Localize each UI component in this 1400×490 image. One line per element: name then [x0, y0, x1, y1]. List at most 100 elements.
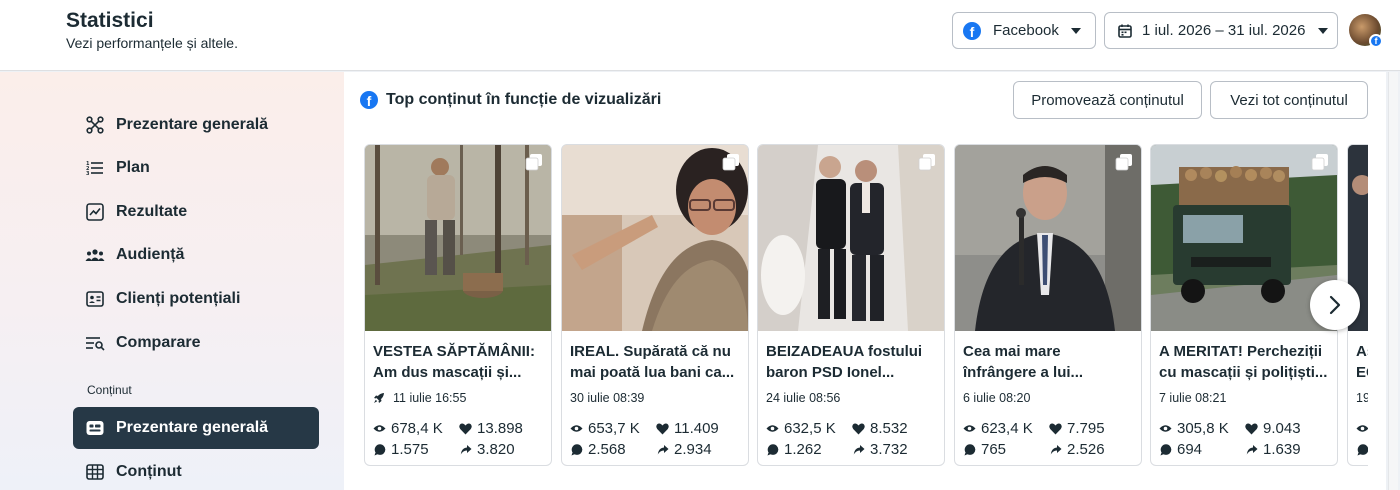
- caption-line: baron PSD Ionel...: [766, 364, 895, 381]
- post-caption: VESTEA SĂPTĂMÂNII: Am dus mascații și...: [373, 341, 545, 383]
- heart-icon: [656, 422, 669, 435]
- comments-stat: [1356, 439, 1368, 460]
- eye-icon: [373, 422, 386, 435]
- leads-card-icon: [85, 289, 105, 309]
- post-caption: A MERITAT! Percheziții cu mascații și po…: [1159, 341, 1331, 383]
- reactions-stat: 8.532: [852, 418, 908, 439]
- share-arrow-icon: [1049, 443, 1062, 456]
- date-text: 30 iulie 08:39: [570, 391, 645, 405]
- post-date: 7 iulie 08:21: [1159, 391, 1226, 405]
- caption-line: IREAL. Supărată că nu: [570, 343, 731, 360]
- caption-line: Am dus mascații și...: [373, 364, 522, 381]
- date-text: 6 iulie 08:20: [963, 391, 1031, 405]
- post-caption: As EC: [1356, 341, 1368, 383]
- views-stat: 623,4 K: [963, 418, 1049, 439]
- sidebar-item-results[interactable]: Rezultate: [73, 191, 319, 233]
- content-card[interactable]: IREAL. Supărată că nu mai poată lua bani…: [561, 144, 749, 466]
- post-date: 24 iulie 08:56: [766, 391, 840, 405]
- content-overview-icon: [85, 418, 105, 438]
- caption-line: EC: [1356, 364, 1368, 381]
- eye-icon: [766, 422, 779, 435]
- scrollbar[interactable]: [1386, 72, 1400, 490]
- shares-stat: 3.732: [852, 439, 908, 460]
- post-date: 19: [1356, 391, 1368, 405]
- views-stat: 653,7 K: [570, 418, 656, 439]
- promote-content-button[interactable]: Promovează conținutul: [1013, 81, 1202, 119]
- share-arrow-icon: [852, 443, 865, 456]
- sidebar-item-label: Clienți potențiali: [116, 290, 241, 307]
- panel-title-text: Top conținut în funcție de vizualizări: [386, 91, 662, 108]
- caption-line: Cea mai mare: [963, 343, 1061, 360]
- sidebar-item-audience[interactable]: Audiență: [73, 234, 319, 276]
- comments-stat: 765: [963, 439, 1049, 460]
- view-all-content-button[interactable]: Vezi tot conținutul: [1210, 81, 1368, 119]
- reactions-count: 11.409: [674, 420, 719, 437]
- reactions-count: 8.532: [870, 420, 908, 437]
- page-header: Statistici Vezi performanțele și altele.…: [0, 0, 1400, 71]
- comment-bubble-icon: [963, 443, 976, 456]
- views-stat: 678,4 K: [373, 418, 459, 439]
- post-thumbnail: [758, 145, 944, 331]
- reactions-count: 13.898: [477, 420, 523, 437]
- page-subtitle: Vezi performanțele și altele.: [66, 35, 238, 51]
- comment-bubble-icon: [1356, 443, 1368, 456]
- section-label-content: Conținut: [87, 383, 132, 397]
- views-count: 305,8 K: [1177, 420, 1229, 437]
- chevron-down-icon: [1318, 27, 1329, 34]
- content-card[interactable]: BEIZADEAUA fostului baron PSD Ionel... 2…: [757, 144, 945, 466]
- sidebar-item-leads[interactable]: Clienți potențiali: [73, 278, 319, 320]
- multiple-photos-icon: [918, 154, 935, 171]
- views-count: 653,7 K: [588, 420, 640, 437]
- scrollbar-thumb[interactable]: [1388, 72, 1398, 490]
- post-date: 30 iulie 08:39: [570, 391, 644, 405]
- platform-dropdown[interactable]: f Facebook: [952, 12, 1096, 49]
- calendar-icon: [1118, 24, 1132, 38]
- caption-line: cu mascații și polițiști...: [1159, 364, 1328, 381]
- svg-text:3: 3: [86, 171, 90, 176]
- results-chart-icon: [85, 202, 105, 222]
- post-date: 6 iulie 08:20: [963, 391, 1030, 405]
- post-caption: BEIZADEAUA fostului baron PSD Ionel...: [766, 341, 938, 383]
- sidebar-item-content-overview[interactable]: Prezentare generală: [73, 407, 319, 449]
- comment-bubble-icon: [373, 443, 386, 456]
- comments-count: 1.575: [391, 441, 429, 458]
- post-thumbnail: [365, 145, 551, 331]
- post-stats: 623,4 K 7.795 765 2.526: [963, 418, 1139, 460]
- sidebar-item-label: Prezentare generală: [116, 116, 269, 133]
- panel-title: f Top conținut în funcție de vizualizări: [360, 91, 661, 109]
- eye-icon: [570, 422, 583, 435]
- sidebar-item-label: Prezentare generală: [116, 419, 269, 436]
- sidebar-item-plan[interactable]: 123 Plan: [73, 147, 319, 189]
- carousel-next-button[interactable]: [1310, 280, 1360, 330]
- multiple-photos-icon: [1311, 154, 1328, 171]
- date-range-picker[interactable]: 1 iul. 2026 – 31 iul. 2026: [1104, 12, 1338, 49]
- sidebar-item-overview[interactable]: Prezentare generală: [73, 104, 319, 146]
- content-card[interactable]: Cea mai mare înfrângere a lui... 6 iulie…: [954, 144, 1142, 466]
- shares-stat: 2.526: [1049, 439, 1105, 460]
- sidebar-item-compare[interactable]: Comparare: [73, 322, 319, 364]
- caption-line: As: [1356, 343, 1368, 360]
- chevron-right-icon: [1329, 295, 1341, 315]
- comments-stat: 1.262: [766, 439, 852, 460]
- date-text: 19: [1356, 391, 1368, 405]
- rocket-icon: [373, 392, 385, 404]
- heart-icon: [1245, 422, 1258, 435]
- facebook-icon: f: [963, 21, 981, 40]
- comments-count: 765: [981, 441, 1007, 458]
- content-card[interactable]: VESTEA SĂPTĂMÂNII: Am dus mascații și...…: [364, 144, 552, 466]
- heart-icon: [459, 422, 472, 435]
- post-stats: 305,8 K 9.043 694 1.639: [1159, 418, 1335, 460]
- share-arrow-icon: [459, 443, 472, 456]
- facebook-badge-icon: f: [1369, 34, 1383, 48]
- post-caption: Cea mai mare înfrângere a lui...: [963, 341, 1135, 383]
- comment-bubble-icon: [766, 443, 779, 456]
- shares-stat: 3.820: [459, 439, 515, 460]
- multiple-photos-icon: [525, 154, 542, 171]
- comments-count: 1.262: [784, 441, 822, 458]
- views-count: 678,4 K: [391, 420, 443, 437]
- platform-label: Facebook: [993, 22, 1059, 39]
- heart-icon: [852, 422, 865, 435]
- reactions-stat: 13.898: [459, 418, 523, 439]
- sidebar-item-label: Plan: [116, 159, 150, 176]
- sidebar-item-content[interactable]: Conținut: [73, 451, 319, 490]
